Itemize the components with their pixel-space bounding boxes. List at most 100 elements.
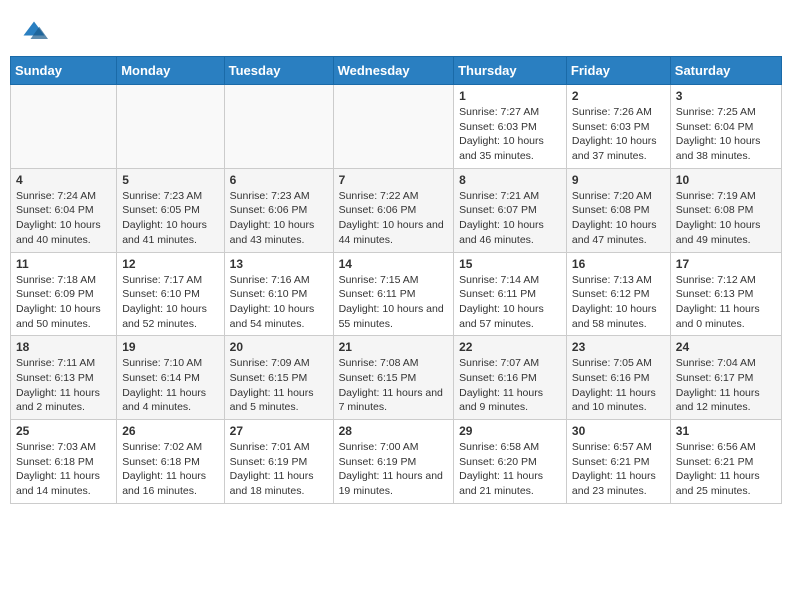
day-cell-1: 1Sunrise: 7:27 AMSunset: 6:03 PMDaylight… — [454, 85, 567, 169]
week-row-1: 1Sunrise: 7:27 AMSunset: 6:03 PMDaylight… — [11, 85, 782, 169]
day-cell-8: 8 Sunrise: 7:21 AMSunset: 6:07 PMDaylight… — [454, 168, 567, 252]
day-number: 7 — [339, 173, 449, 187]
day-info: Sunrise: 7:18 AMSunset: 6:09 PMDaylight:… — [16, 274, 101, 330]
day-number: 14 — [339, 257, 449, 271]
day-cell-7: 7 Sunrise: 7:22 AMSunset: 6:06 PMDaylight… — [333, 168, 454, 252]
day-info: Sunrise: 7:12 AMSunset: 6:13 PMDaylight:… — [676, 274, 760, 330]
weekday-header-monday: Monday — [117, 57, 224, 85]
day-info: Sunrise: 7:20 AMSunset: 6:08 PMDaylight:… — [572, 190, 657, 246]
day-cell-19: 19Sunrise: 7:10 AMSunset: 6:14 PMDayligh… — [117, 336, 224, 420]
day-number: 30 — [572, 424, 665, 438]
header — [10, 10, 782, 52]
day-cell-31: 31Sunrise: 6:56 AMSunset: 6:21 PMDayligh… — [670, 420, 781, 504]
day-info: Sunrise: 7:25 AMSunset: 6:04 PMDaylight:… — [676, 106, 761, 162]
day-number: 2 — [572, 89, 665, 103]
day-info: Sunrise: 7:16 AMSunset: 6:10 PMDaylight:… — [230, 274, 315, 330]
day-info: Sunrise: 7:11 AMSunset: 6:13 PMDaylight:… — [16, 357, 100, 413]
day-info: Sunrise: 7:00 AMSunset: 6:19 PMDaylight:… — [339, 441, 443, 497]
day-info: Sunrise: 6:58 AMSunset: 6:20 PMDaylight:… — [459, 441, 543, 497]
day-number: 25 — [16, 424, 111, 438]
day-info: Sunrise: 7:23 AMSunset: 6:06 PMDaylight:… — [230, 190, 315, 246]
day-number: 23 — [572, 340, 665, 354]
day-number: 13 — [230, 257, 328, 271]
day-cell-26: 26 Sunrise: 7:02 AMSunset: 6:18 PMDayligh… — [117, 420, 224, 504]
weekday-header-row: SundayMondayTuesdayWednesdayThursdayFrid… — [11, 57, 782, 85]
day-number: 22 — [459, 340, 561, 354]
weekday-header-sunday: Sunday — [11, 57, 117, 85]
day-number: 6 — [230, 173, 328, 187]
day-info: Sunrise: 7:17 AMSunset: 6:10 PMDaylight:… — [122, 274, 207, 330]
day-cell-12: 12 Sunrise: 7:17 AMSunset: 6:10 PMDayligh… — [117, 252, 224, 336]
week-row-5: 25 Sunrise: 7:03 AMSunset: 6:18 PMDayligh… — [11, 420, 782, 504]
day-number: 29 — [459, 424, 561, 438]
day-cell-15: 15 Sunrise: 7:14 AMSunset: 6:11 PMDayligh… — [454, 252, 567, 336]
week-row-2: 4Sunrise: 7:24 AMSunset: 6:04 PMDaylight… — [11, 168, 782, 252]
day-info: Sunrise: 7:19 AMSunset: 6:08 PMDaylight:… — [676, 190, 761, 246]
week-row-4: 18 Sunrise: 7:11 AMSunset: 6:13 PMDayligh… — [11, 336, 782, 420]
calendar-table: SundayMondayTuesdayWednesdayThursdayFrid… — [10, 56, 782, 504]
day-cell-6: 6 Sunrise: 7:23 AMSunset: 6:06 PMDaylight… — [224, 168, 333, 252]
day-cell-30: 30 Sunrise: 6:57 AMSunset: 6:21 PMDayligh… — [566, 420, 670, 504]
day-info: Sunrise: 7:22 AMSunset: 6:06 PMDaylight:… — [339, 190, 444, 246]
day-number: 18 — [16, 340, 111, 354]
weekday-header-thursday: Thursday — [454, 57, 567, 85]
day-number: 1 — [459, 89, 561, 103]
day-cell-21: 21 Sunrise: 7:08 AMSunset: 6:15 PMDayligh… — [333, 336, 454, 420]
day-number: 3 — [676, 89, 776, 103]
day-number: 10 — [676, 173, 776, 187]
day-number: 28 — [339, 424, 449, 438]
day-cell-17: 17 Sunrise: 7:12 AMSunset: 6:13 PMDayligh… — [670, 252, 781, 336]
day-cell-empty — [333, 85, 454, 169]
day-info: Sunrise: 7:08 AMSunset: 6:15 PMDaylight:… — [339, 357, 443, 413]
day-info: Sunrise: 6:57 AMSunset: 6:21 PMDaylight:… — [572, 441, 656, 497]
day-cell-16: 16 Sunrise: 7:13 AMSunset: 6:12 PMDayligh… — [566, 252, 670, 336]
weekday-header-saturday: Saturday — [670, 57, 781, 85]
day-cell-29: 29 Sunrise: 6:58 AMSunset: 6:20 PMDayligh… — [454, 420, 567, 504]
day-number: 8 — [459, 173, 561, 187]
day-info: Sunrise: 7:23 AMSunset: 6:05 PMDaylight:… — [122, 190, 207, 246]
logo — [20, 18, 52, 46]
day-cell-25: 25 Sunrise: 7:03 AMSunset: 6:18 PMDayligh… — [11, 420, 117, 504]
day-number: 16 — [572, 257, 665, 271]
day-number: 27 — [230, 424, 328, 438]
day-cell-4: 4Sunrise: 7:24 AMSunset: 6:04 PMDaylight… — [11, 168, 117, 252]
day-cell-23: 23 Sunrise: 7:05 AMSunset: 6:16 PMDayligh… — [566, 336, 670, 420]
day-info: Sunrise: 7:07 AMSunset: 6:16 PMDaylight:… — [459, 357, 543, 413]
day-cell-27: 27 Sunrise: 7:01 AMSunset: 6:19 PMDayligh… — [224, 420, 333, 504]
day-info: Sunrise: 7:13 AMSunset: 6:12 PMDaylight:… — [572, 274, 657, 330]
day-info: Sunrise: 7:14 AMSunset: 6:11 PMDaylight:… — [459, 274, 544, 330]
day-cell-24: 24Sunrise: 7:04 AMSunset: 6:17 PMDayligh… — [670, 336, 781, 420]
day-info: Sunrise: 7:21 AMSunset: 6:07 PMDaylight:… — [459, 190, 544, 246]
day-info: Sunrise: 7:04 AMSunset: 6:17 PMDaylight:… — [676, 357, 760, 413]
day-cell-13: 13 Sunrise: 7:16 AMSunset: 6:10 PMDayligh… — [224, 252, 333, 336]
day-number: 26 — [122, 424, 218, 438]
day-number: 4 — [16, 173, 111, 187]
day-cell-5: 5 Sunrise: 7:23 AMSunset: 6:05 PMDaylight… — [117, 168, 224, 252]
day-cell-14: 14Sunrise: 7:15 AMSunset: 6:11 PMDayligh… — [333, 252, 454, 336]
weekday-header-friday: Friday — [566, 57, 670, 85]
day-cell-empty — [11, 85, 117, 169]
day-info: Sunrise: 7:26 AMSunset: 6:03 PMDaylight:… — [572, 106, 657, 162]
day-number: 17 — [676, 257, 776, 271]
day-number: 5 — [122, 173, 218, 187]
weekday-header-wednesday: Wednesday — [333, 57, 454, 85]
day-cell-20: 20 Sunrise: 7:09 AMSunset: 6:15 PMDayligh… — [224, 336, 333, 420]
day-number: 20 — [230, 340, 328, 354]
day-cell-10: 10 Sunrise: 7:19 AMSunset: 6:08 PMDayligh… — [670, 168, 781, 252]
day-number: 21 — [339, 340, 449, 354]
weekday-header-tuesday: Tuesday — [224, 57, 333, 85]
day-info: Sunrise: 7:03 AMSunset: 6:18 PMDaylight:… — [16, 441, 100, 497]
day-number: 12 — [122, 257, 218, 271]
day-info: Sunrise: 7:01 AMSunset: 6:19 PMDaylight:… — [230, 441, 314, 497]
day-info: Sunrise: 7:05 AMSunset: 6:16 PMDaylight:… — [572, 357, 656, 413]
day-cell-11: 11Sunrise: 7:18 AMSunset: 6:09 PMDayligh… — [11, 252, 117, 336]
logo-icon — [20, 18, 48, 46]
day-info: Sunrise: 7:09 AMSunset: 6:15 PMDaylight:… — [230, 357, 314, 413]
day-number: 31 — [676, 424, 776, 438]
day-info: Sunrise: 7:10 AMSunset: 6:14 PMDaylight:… — [122, 357, 206, 413]
day-number: 15 — [459, 257, 561, 271]
day-cell-22: 22 Sunrise: 7:07 AMSunset: 6:16 PMDayligh… — [454, 336, 567, 420]
day-cell-28: 28 Sunrise: 7:00 AMSunset: 6:19 PMDayligh… — [333, 420, 454, 504]
day-cell-9: 9Sunrise: 7:20 AMSunset: 6:08 PMDaylight… — [566, 168, 670, 252]
day-info: Sunrise: 7:02 AMSunset: 6:18 PMDaylight:… — [122, 441, 206, 497]
